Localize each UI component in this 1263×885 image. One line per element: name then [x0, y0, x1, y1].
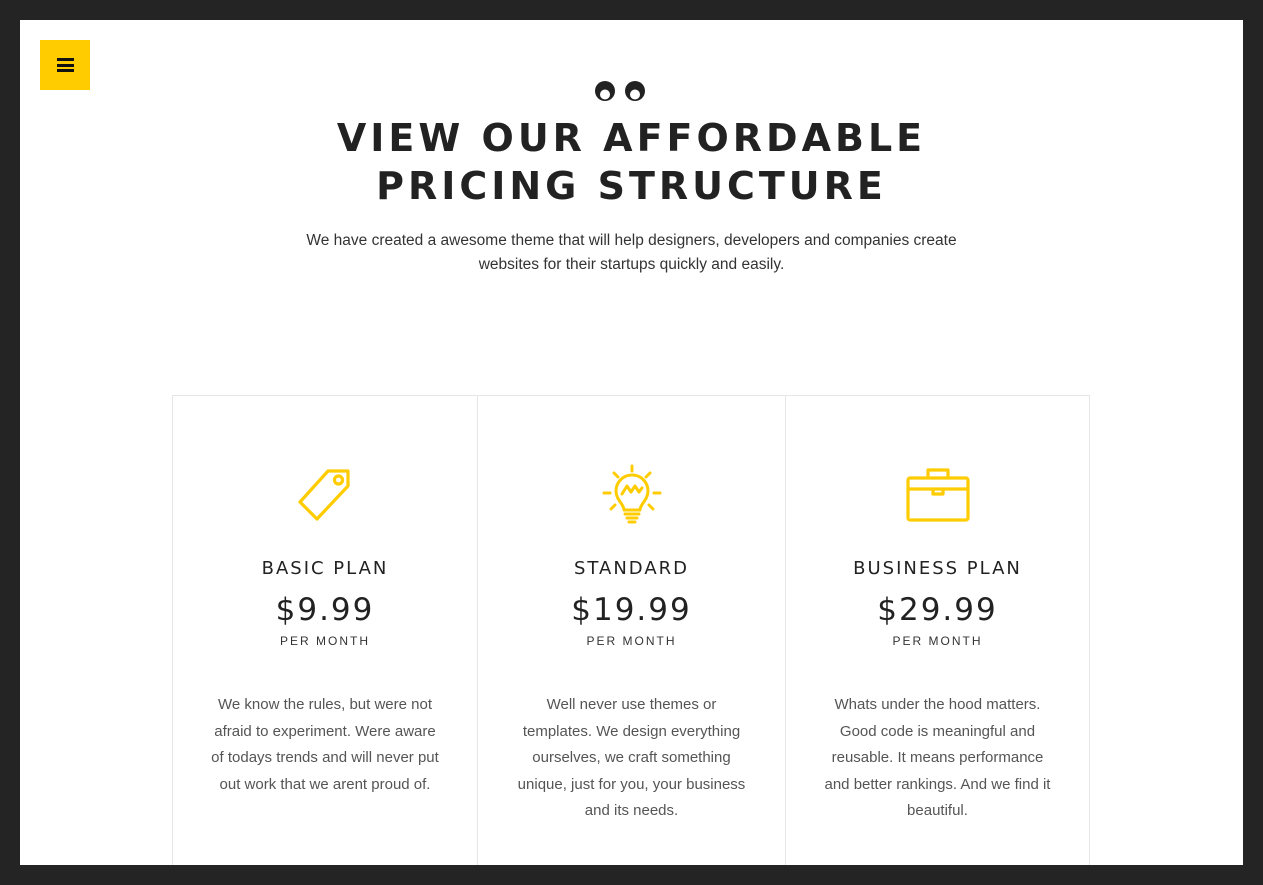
plan-price: $9.99 — [275, 592, 375, 628]
page-title-line-1: VIEW OUR AFFORDABLE — [336, 116, 927, 160]
menu-button[interactable] — [40, 40, 90, 90]
plan-period: PER MONTH — [892, 634, 983, 648]
plan-period: PER MONTH — [586, 634, 677, 648]
page-subtitle: We have created a awesome theme that wil… — [290, 229, 973, 277]
lightbulb-icon — [602, 464, 661, 524]
plan-description: Whats under the hood matters. Good code … — [824, 696, 1051, 819]
plan-price: $29.99 — [877, 592, 998, 628]
hamburger-menu-icon — [56, 58, 74, 72]
eyes-icon — [595, 81, 645, 101]
page-subtitle-line-1: We have created a awesome theme that wil… — [306, 232, 957, 249]
pricing-card-basic: BASIC PLAN $9.99 PER MONTH We know the r… — [173, 396, 478, 865]
page-frame: VIEW OUR AFFORDABLE PRICING STRUCTURE We… — [20, 20, 1243, 865]
plan-period: PER MONTH — [280, 634, 370, 648]
page-title: VIEW OUR AFFORDABLE PRICING STRUCTURE — [20, 114, 1243, 210]
page-subtitle-line-2: websites for their startups quickly and … — [478, 256, 785, 273]
pricing-table: BASIC PLAN $9.99 PER MONTH We know the r… — [172, 395, 1090, 865]
plan-description: We know the rules, but were not afraid t… — [211, 696, 439, 793]
plan-name: BASIC PLAN — [261, 558, 389, 579]
briefcase-icon — [905, 468, 970, 522]
plan-name: BUSINESS PLAN — [853, 558, 1022, 579]
page-title-line-2: PRICING STRUCTURE — [376, 164, 887, 208]
plan-price: $19.99 — [571, 592, 692, 628]
pricing-card-business: BUSINESS PLAN $29.99 PER MONTH Whats und… — [786, 396, 1089, 865]
plan-name: STANDARD — [573, 558, 690, 579]
price-tag-icon — [298, 469, 350, 521]
pricing-card-standard: STANDARD $19.99 PER MONTH Well never use… — [478, 396, 786, 865]
plan-description: Well never use themes or templates. We d… — [517, 696, 746, 819]
